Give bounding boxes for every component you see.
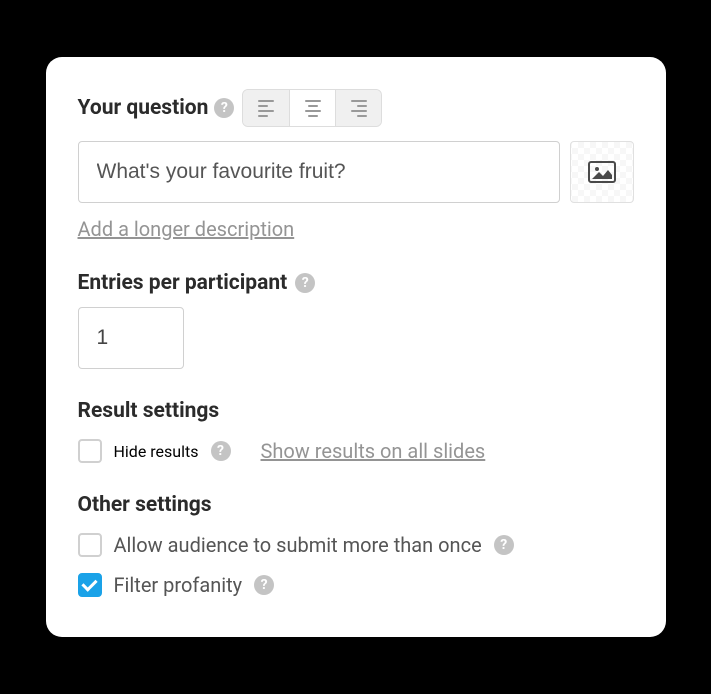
show-results-all-slides-link[interactable]: Show results on all slides — [261, 439, 486, 463]
align-right-button[interactable] — [335, 90, 381, 126]
settings-panel: Your question ? — [46, 57, 666, 637]
hide-results-label: Hide results — [114, 442, 199, 461]
help-icon[interactable]: ? — [254, 575, 274, 595]
image-icon — [588, 161, 616, 183]
result-settings-heading: Result settings — [78, 399, 634, 423]
help-icon[interactable]: ? — [211, 441, 231, 461]
align-left-button[interactable] — [243, 90, 289, 126]
allow-resubmit-row: Allow audience to submit more than once … — [78, 533, 634, 557]
entries-input[interactable] — [78, 307, 184, 369]
filter-profanity-row: Filter profanity ? — [78, 573, 634, 597]
entries-label: Entries per participant — [78, 271, 288, 295]
other-settings-section: Allow audience to submit more than once … — [78, 533, 634, 597]
question-label: Your question — [78, 96, 209, 120]
align-right-icon — [351, 100, 367, 117]
question-label-row: Your question ? — [78, 89, 634, 127]
question-input[interactable] — [78, 141, 560, 203]
allow-resubmit-label: Allow audience to submit more than once — [114, 533, 482, 557]
filter-profanity-label: Filter profanity — [114, 573, 243, 597]
text-align-group — [242, 89, 382, 127]
entries-label-row: Entries per participant ? — [78, 271, 634, 295]
hide-results-checkbox[interactable] — [78, 439, 102, 463]
align-center-button[interactable] — [289, 90, 335, 126]
hide-results-row: Hide results ? Show results on all slide… — [78, 439, 634, 463]
help-icon[interactable]: ? — [295, 273, 315, 293]
filter-profanity-checkbox[interactable] — [78, 573, 102, 597]
help-icon[interactable]: ? — [214, 98, 234, 118]
add-image-button[interactable] — [570, 141, 634, 203]
other-settings-heading: Other settings — [78, 493, 634, 517]
question-input-row — [78, 141, 634, 203]
help-icon[interactable]: ? — [494, 535, 514, 555]
allow-resubmit-checkbox[interactable] — [78, 533, 102, 557]
align-left-icon — [258, 100, 274, 117]
add-description-link[interactable]: Add a longer description — [78, 217, 295, 241]
align-center-icon — [305, 100, 321, 117]
